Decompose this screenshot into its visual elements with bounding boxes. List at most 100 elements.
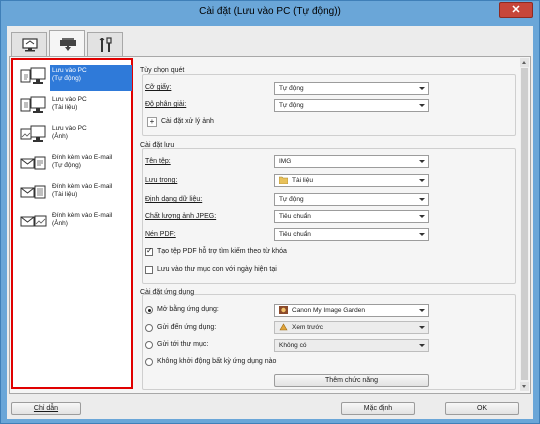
window-title: Cài đặt (Lưu vào PC (Tự động)) bbox=[199, 6, 341, 17]
sidebar-item-line2: (Tự động) bbox=[52, 75, 81, 82]
chevron-down-icon bbox=[419, 326, 425, 329]
scroll-down-icon[interactable] bbox=[520, 382, 529, 391]
resolution-label-text: Độ phân giải: bbox=[145, 101, 187, 108]
app-settings-title: Cài đặt ứng dụng bbox=[140, 289, 195, 296]
tab-bar bbox=[7, 30, 533, 57]
send-to-app-select[interactable]: Xem trước bbox=[274, 321, 429, 334]
send-to-folder-radio[interactable] bbox=[145, 341, 153, 349]
computer-save-icon bbox=[20, 96, 46, 113]
chevron-down-icon bbox=[419, 179, 425, 182]
open-with-value: Canon My Image Garden bbox=[292, 307, 365, 314]
sidebar-item-save-pc-document[interactable]: Lưu vào PC (Tài liệu) bbox=[17, 93, 127, 121]
open-with-label: Mở bằng ứng dụng: bbox=[157, 306, 219, 313]
pdf-compression-value: Tiêu chuẩn bbox=[279, 231, 311, 238]
chevron-down-icon bbox=[419, 309, 425, 312]
save-in-label-text: Lưu trong: bbox=[145, 177, 178, 184]
sidebar-item-save-pc-photo[interactable]: Lưu vào PC (Ảnh) bbox=[17, 122, 127, 150]
jpeg-quality-label: Chất lượng ảnh JPEG: bbox=[145, 213, 216, 220]
sidebar-item-line1: Lưu vào PC bbox=[52, 125, 87, 132]
sidebar-item-line1: Lưu vào PC bbox=[52, 67, 87, 74]
send-to-app-radio[interactable] bbox=[145, 324, 153, 332]
sidebar-item-line2: (Ảnh) bbox=[52, 220, 68, 227]
paper-size-value: Tự động bbox=[279, 85, 304, 92]
instructions-button[interactable]: Chỉ dẫn bbox=[11, 402, 81, 415]
tab-scan-from-computer[interactable] bbox=[11, 32, 47, 56]
sidebar-item-label: Lưu vào PC (Tự động) bbox=[50, 65, 132, 91]
data-format-select[interactable]: Tự động bbox=[274, 193, 429, 206]
paper-size-label-text: Cỡ giấy: bbox=[145, 84, 172, 91]
open-with-radio[interactable] bbox=[145, 306, 153, 314]
ok-label: OK bbox=[476, 405, 488, 412]
sidebar-item-line1: Đính kèm vào E-mail bbox=[52, 154, 113, 161]
defaults-label: Mặc định bbox=[363, 405, 393, 412]
instructions-label: Chỉ dẫn bbox=[33, 405, 59, 412]
computer-save-icon bbox=[20, 125, 46, 142]
open-with-select[interactable]: Canon My Image Garden bbox=[274, 304, 429, 317]
resolution-select[interactable]: Tự động bbox=[274, 99, 429, 112]
chevron-down-icon bbox=[419, 87, 425, 90]
date-subfolder-label: Lưu vào thư mục con với ngày hiện tại bbox=[157, 266, 277, 273]
close-button[interactable]: ✕ bbox=[499, 2, 533, 18]
sidebar-item-label: Đính kèm vào E-mail (Tài liệu) bbox=[50, 181, 132, 207]
sidebar-item-label: Đính kèm vào E-mail (Tự động) bbox=[50, 152, 132, 178]
plus-icon: + bbox=[149, 117, 155, 126]
sidebar-item-line2: (Tự động) bbox=[52, 162, 81, 169]
sidebar-item-label: Lưu vào PC (Ảnh) bbox=[50, 123, 132, 149]
ok-button[interactable]: OK bbox=[445, 402, 519, 415]
more-functions-button[interactable]: Thêm chức năng bbox=[274, 374, 429, 387]
send-to-app-value: Xem trước bbox=[292, 324, 324, 331]
no-app-label: Không khởi động bất kỳ ứng dụng nào bbox=[157, 358, 277, 365]
computer-scan-icon bbox=[22, 38, 38, 52]
folder-icon bbox=[279, 176, 288, 185]
expand-image-processing-button[interactable]: + bbox=[147, 117, 157, 127]
searchable-pdf-label: Tạo tệp PDF hỗ trợ tìm kiếm theo từ khóa bbox=[157, 248, 287, 255]
resolution-label: Độ phân giải: bbox=[145, 101, 186, 108]
chevron-down-icon bbox=[419, 344, 425, 347]
file-name-label-text: Tên tệp: bbox=[145, 158, 171, 165]
sidebar-item-line1: Đính kèm vào E-mail bbox=[52, 183, 113, 190]
jpeg-quality-value: Tiêu chuẩn bbox=[279, 213, 311, 220]
settings-window: Cài đặt (Lưu vào PC (Tự động)) ✕ Chỉ dẫn… bbox=[0, 0, 540, 424]
sidebar-item-email-document[interactable]: Đính kèm vào E-mail (Tài liệu) bbox=[17, 180, 127, 208]
settings-scrollbar[interactable] bbox=[520, 58, 529, 391]
scan-mode-list: Lưu vào PC (Tự động) Lưu vào PC (Tài liệ… bbox=[11, 58, 133, 389]
send-to-folder-select[interactable]: Không có bbox=[274, 339, 429, 352]
data-format-label-text: Định dạng dữ liệu: bbox=[145, 196, 203, 203]
my-image-garden-icon bbox=[279, 306, 288, 315]
send-to-folder-label: Gửi tới thư mục: bbox=[157, 341, 209, 348]
save-in-select[interactable]: Tài liệu bbox=[274, 174, 429, 187]
scroll-up-icon[interactable] bbox=[520, 58, 529, 67]
tab-scan-from-operation-panel[interactable] bbox=[49, 30, 85, 57]
sidebar-item-save-pc-auto[interactable]: Lưu vào PC (Tự động) bbox=[17, 64, 132, 92]
sidebar-item-email-auto[interactable]: Đính kèm vào E-mail (Tự động) bbox=[17, 151, 127, 179]
sidebar-item-line1: Đính kèm vào E-mail bbox=[52, 212, 113, 219]
email-attach-icon bbox=[20, 185, 46, 199]
scanner-icon bbox=[60, 38, 76, 51]
data-format-label: Định dạng dữ liệu: bbox=[145, 196, 202, 203]
chevron-down-icon bbox=[419, 160, 425, 163]
sidebar-item-line2: (Tài liệu) bbox=[52, 191, 78, 198]
file-name-value: IMG bbox=[279, 158, 292, 165]
date-subfolder-checkbox[interactable] bbox=[145, 266, 153, 274]
send-to-app-label: Gửi đến ứng dụng: bbox=[157, 324, 217, 331]
chevron-down-icon bbox=[419, 215, 425, 218]
sidebar-item-email-photo[interactable]: Đính kèm vào E-mail (Ảnh) bbox=[17, 209, 127, 237]
tab-general-settings[interactable] bbox=[87, 32, 123, 56]
pdf-compression-select[interactable]: Tiêu chuẩn bbox=[274, 228, 429, 241]
defaults-button[interactable]: Mặc định bbox=[341, 402, 415, 415]
jpeg-quality-label-text: Chất lượng ảnh JPEG: bbox=[145, 213, 217, 220]
paper-size-select[interactable]: Tự động bbox=[274, 82, 429, 95]
searchable-pdf-checkbox[interactable] bbox=[145, 246, 153, 256]
jpeg-quality-select[interactable]: Tiêu chuẩn bbox=[274, 210, 429, 223]
sidebar-item-label: Đính kèm vào E-mail (Ảnh) bbox=[50, 210, 132, 236]
save-settings-title: Cài đặt lưu bbox=[140, 142, 175, 149]
scan-options-title: Tùy chọn quét bbox=[140, 67, 185, 74]
scroll-thumb[interactable] bbox=[521, 68, 528, 380]
file-name-select[interactable]: IMG bbox=[274, 155, 429, 168]
more-functions-label: Thêm chức năng bbox=[325, 377, 378, 384]
save-in-value: Tài liệu bbox=[292, 177, 313, 184]
paper-size-label: Cỡ giấy: bbox=[145, 84, 171, 91]
no-app-radio[interactable] bbox=[145, 358, 153, 366]
send-to-folder-value: Không có bbox=[279, 342, 307, 349]
tools-icon bbox=[99, 37, 112, 52]
